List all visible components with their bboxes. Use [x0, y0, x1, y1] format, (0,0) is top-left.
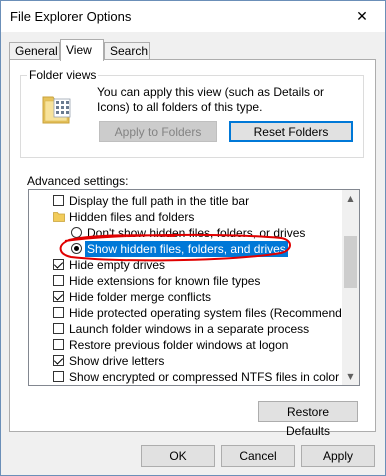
cancel-button[interactable]: Cancel — [221, 445, 295, 467]
checkbox[interactable] — [53, 195, 64, 206]
list-item-label: Hidden files and folders — [69, 210, 195, 224]
apply-to-folders-button[interactable]: Apply to Folders — [99, 121, 217, 142]
folder-icon — [53, 212, 65, 222]
list-item-label: Don't show hidden files, folders, or dri… — [87, 226, 306, 240]
title-bar: File Explorer Options ✕ — [1, 1, 385, 32]
checkbox[interactable] — [53, 291, 64, 302]
view-tab-panel: Folder views You can apply this view (su… — [9, 59, 376, 438]
file-explorer-options-dialog: File Explorer Options ✕ General View Sea… — [0, 0, 386, 476]
list-item-label: Launch folder windows in a separate proc… — [69, 322, 310, 336]
checkbox[interactable] — [53, 355, 64, 366]
checkbox[interactable] — [53, 307, 64, 318]
vertical-scrollbar[interactable]: ▲ ▼ — [342, 190, 359, 385]
checkbox[interactable] — [53, 323, 64, 334]
restore-defaults-button[interactable]: Restore Defaults — [258, 401, 358, 438]
scroll-thumb[interactable] — [344, 236, 357, 288]
list-item-label: Restore previous folder windows at logon — [69, 338, 289, 352]
tab-search[interactable]: Search — [104, 42, 150, 59]
apply-button[interactable]: Apply — [301, 445, 375, 467]
advanced-settings-label: Advanced settings: — [27, 174, 129, 188]
list-item-label: Hide folder merge conflicts — [69, 290, 212, 304]
reset-folders-button[interactable]: Reset Folders — [229, 121, 353, 142]
list-item-label: Hide protected operating system files (R… — [69, 306, 360, 320]
ok-button[interactable]: OK — [141, 445, 215, 467]
folder-views-label: Folder views — [27, 68, 99, 82]
checkbox[interactable] — [53, 275, 64, 286]
checkbox[interactable] — [53, 259, 64, 270]
list-item-label-selected: Show hidden files, folders, and drives — [85, 241, 288, 257]
folder-views-group: Folder views You can apply this view (su… — [20, 68, 364, 158]
scroll-down-icon[interactable]: ▼ — [342, 368, 359, 385]
folder-view-icon — [42, 96, 71, 124]
checkbox[interactable] — [53, 339, 64, 350]
tab-general[interactable]: General — [9, 42, 60, 59]
folder-views-description: You can apply this view (such as Details… — [97, 85, 325, 114]
close-icon[interactable]: ✕ — [339, 1, 385, 32]
list-item-label: Hide extensions for known file types — [69, 274, 261, 288]
radio-button[interactable] — [71, 243, 82, 254]
list-item-label: Hide empty drives — [69, 258, 166, 272]
list-item-label: Show drive letters — [69, 354, 165, 368]
scroll-up-icon[interactable]: ▲ — [342, 190, 359, 207]
radio-button[interactable] — [71, 227, 82, 238]
advanced-settings-list[interactable]: Display the full path in the title bar H… — [28, 189, 360, 386]
checkbox[interactable] — [53, 371, 64, 382]
window-title: File Explorer Options — [10, 9, 132, 24]
tab-view[interactable]: View — [60, 39, 104, 61]
list-item-label: Show encrypted or compressed NTFS files … — [69, 370, 340, 384]
list-item-label: Display the full path in the title bar — [69, 194, 250, 208]
